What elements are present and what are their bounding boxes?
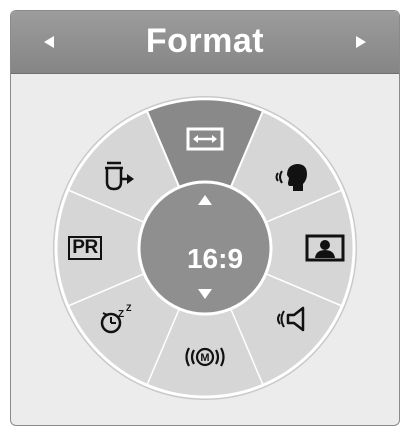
svg-text:Z: Z [126, 303, 132, 313]
center-value: 16:9 [186, 243, 244, 274]
svg-text:Z: Z [118, 309, 124, 320]
wheel-item-aspect-ratio[interactable] [183, 119, 227, 159]
person-picture-icon [305, 234, 345, 262]
pr-label: PR [68, 236, 102, 260]
wheel-item-sleep-timer[interactable]: Z Z [95, 299, 139, 339]
wheel-item-pr-list[interactable]: PR [63, 228, 107, 268]
input-plug-icon [105, 161, 134, 191]
speaker-icon [277, 306, 305, 332]
wheel-item-picture[interactable] [303, 228, 347, 268]
wheel-item-audio-mode[interactable]: M [183, 337, 227, 377]
wheel-item-voice[interactable] [271, 157, 315, 197]
double-arrow-box-icon [186, 127, 224, 151]
svg-text:M: M [200, 352, 209, 364]
down-arrow-icon[interactable] [195, 287, 215, 301]
up-arrow-icon[interactable] [195, 193, 215, 207]
speaking-head-icon [275, 164, 307, 191]
m-signal-icon: M [185, 347, 225, 367]
format-panel: Format 16:9 M Z Z PR [10, 10, 400, 426]
sleep-timer-icon: Z Z [100, 303, 132, 334]
wheel-item-input[interactable] [95, 157, 139, 197]
wheel-item-sound[interactable] [271, 299, 315, 339]
